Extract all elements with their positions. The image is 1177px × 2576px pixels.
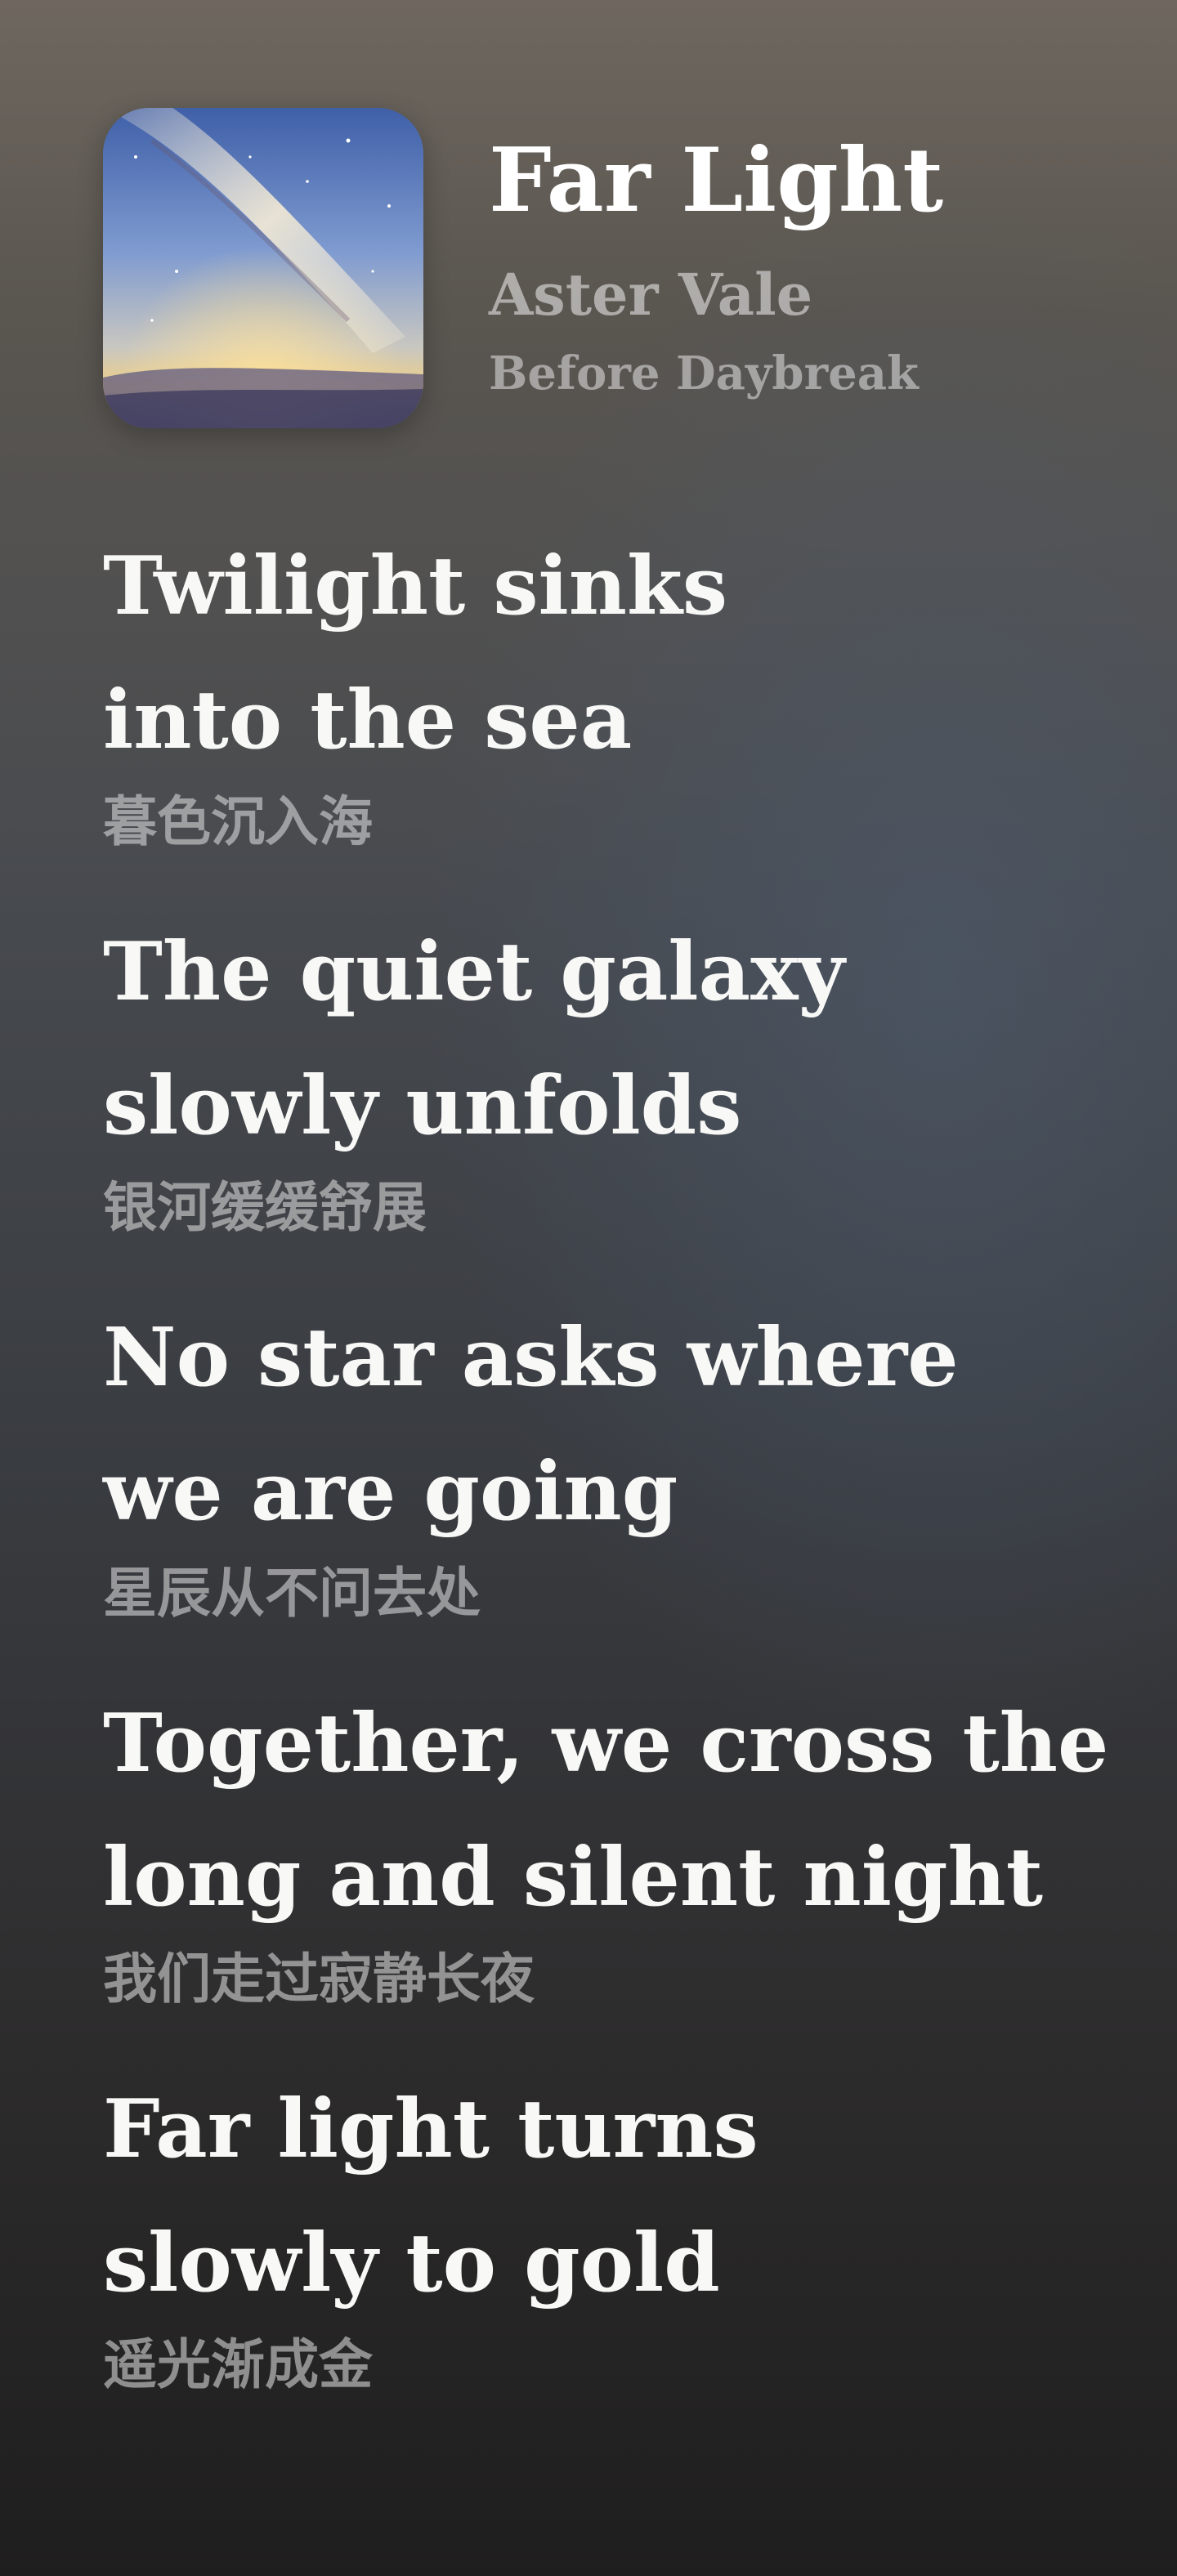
lyric-line: Twilight sinks <box>103 539 728 633</box>
lyric-stanza[interactable]: Twilight sinks into the sea 暮色沉入海 <box>103 520 1125 856</box>
lyric-stanza[interactable]: No star asks where we are going 星辰从不问去处 <box>103 1291 1125 1628</box>
artist-name[interactable]: Aster Vale <box>489 261 943 329</box>
lyric-line: slowly to gold <box>103 2216 720 2310</box>
lyric-translation: 遥光渐成金 <box>103 2333 373 2396</box>
lyric-line: long and silent night <box>103 1831 1044 1925</box>
milky-way-artwork <box>103 108 423 428</box>
lyric-line: we are going <box>103 1445 678 1539</box>
lyric-line: The quiet galaxy <box>103 925 845 1019</box>
lyric-line: Together, we cross the <box>103 1697 1109 1791</box>
lyric-translation: 星辰从不问去处 <box>103 1562 481 1625</box>
lyric-line: No star asks where <box>103 1311 959 1405</box>
song-title: Far Light <box>489 129 944 232</box>
lyrics-view[interactable]: Twilight sinks into the sea 暮色沉入海 The qu… <box>103 520 1125 2449</box>
lyric-stanza[interactable]: Far light turns slowly to gold 遥光渐成金 <box>103 2063 1125 2399</box>
album-artwork[interactable] <box>103 108 423 428</box>
lyric-translation: 暮色沉入海 <box>103 790 373 853</box>
lyric-stanza[interactable]: Together, we cross the long and silent n… <box>103 1677 1125 2014</box>
track-info: Far Light Aster Vale Before Daybreak <box>489 108 943 400</box>
lyric-stanza[interactable]: The quiet galaxy slowly unfolds 银河缓缓舒展 <box>103 906 1125 1242</box>
lyric-translation: 我们走过寂静长夜 <box>103 1948 535 2010</box>
lyric-translation: 银河缓缓舒展 <box>103 1176 427 1239</box>
now-playing-header: Far Light Aster Vale Before Daybreak <box>103 108 943 428</box>
lyric-line: into the sea <box>103 673 633 767</box>
lyric-line: slowly unfolds <box>103 1059 742 1153</box>
album-name[interactable]: Before Daybreak <box>489 347 943 400</box>
lyric-line: Far light turns <box>103 2082 759 2176</box>
